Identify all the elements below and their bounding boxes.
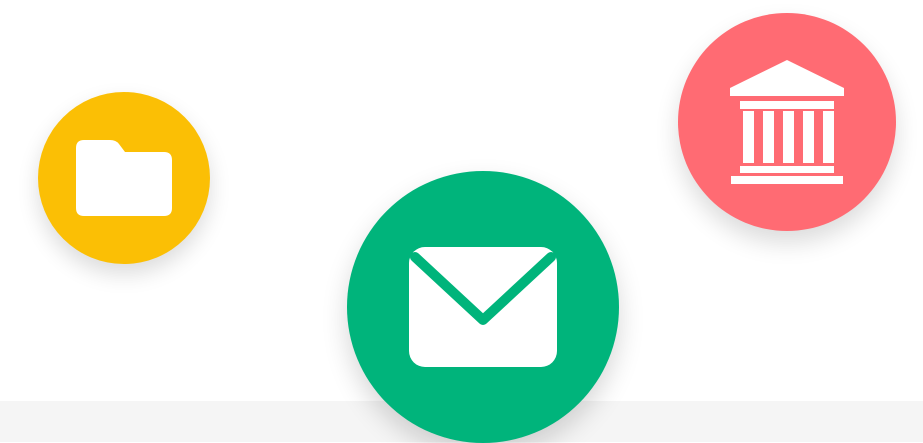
folder-button[interactable] xyxy=(38,92,210,264)
mail-icon xyxy=(409,247,557,367)
mail-button[interactable] xyxy=(347,171,619,443)
bank-icon xyxy=(730,60,844,184)
folder-icon xyxy=(76,140,172,216)
bank-button[interactable] xyxy=(678,13,896,231)
